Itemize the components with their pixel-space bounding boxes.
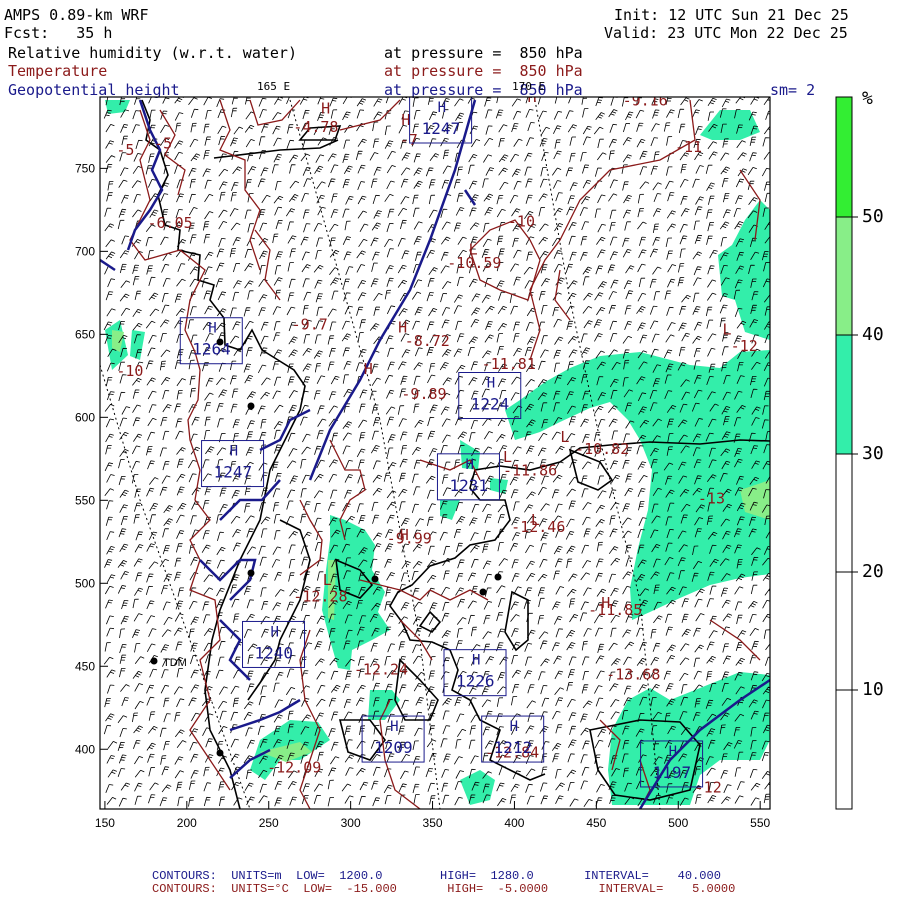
height-extremum-marker: H (465, 457, 473, 473)
temperature-label: -9.89 (401, 385, 446, 403)
temperature-label: -9.7 (292, 315, 328, 333)
colorbar-tick-50: 50 (862, 206, 884, 227)
x-tick-label: 400 (504, 816, 524, 830)
colorbar-tick-10: 10 (862, 679, 884, 700)
temperature-label: -12.28 (293, 588, 347, 606)
height-value-label: 1240 (255, 643, 294, 662)
height-extremum-marker: H (208, 321, 216, 337)
height-extremum-marker: H (472, 653, 480, 669)
temperature-label: -5 (116, 141, 134, 159)
height-extremum-marker: H (271, 624, 279, 640)
x-tick-label: 500 (668, 816, 688, 830)
x-axis: 150 200 250 300 350 400 450 500 550 (95, 801, 771, 830)
height-value-label: 1224 (471, 395, 510, 414)
x-tick-label: 250 (259, 816, 279, 830)
y-tick-label: 700 (75, 244, 95, 258)
height-value-label: 1212 (494, 738, 533, 757)
extremum-marker: L (469, 241, 478, 259)
height-extremum-marker: H (390, 719, 398, 735)
y-tick-label: 600 (75, 410, 95, 424)
x-tick-label: 200 (177, 816, 197, 830)
footer-height-contours: CONTOURS: UNITS=m LOW= 1200.0 HIGH= 1280… (152, 869, 721, 883)
temperature-label: -5 (154, 134, 172, 152)
height-value-label: 1231 (449, 476, 488, 495)
temperature-label: -10 (508, 212, 535, 230)
temperature-label: -11.81 (482, 355, 536, 373)
y-tick-label: 550 (75, 493, 95, 507)
x-tick-label: 300 (341, 816, 361, 830)
colorbar-tick-40: 40 (862, 324, 884, 345)
temperature-label: -6.05 (148, 214, 193, 232)
temperature-label: -8.72 (405, 332, 450, 350)
height-extremum-marker: H (230, 444, 238, 460)
extremum-marker: H (364, 360, 373, 378)
temperature-label: -12 (731, 337, 758, 355)
height-extremum-marker: H (510, 719, 518, 735)
temperature-label: -13.68 (606, 666, 660, 684)
map-field: -4.78-13-7-5-5-6.05-9.16-11-10-10.59-9.7… (100, 91, 770, 809)
y-axis: 750 700 650 600 550 500 450 400 (75, 161, 108, 756)
height-value-label: 1226 (456, 672, 495, 691)
height-extremum-marker: H (487, 376, 495, 392)
extremum-marker: L (531, 511, 540, 529)
extremum-marker: H (400, 526, 409, 544)
extremum-marker: L (560, 428, 569, 446)
height-value-label: 1264 (192, 340, 231, 359)
extremum-marker: H (321, 100, 330, 118)
extremum-marker: H (601, 594, 610, 612)
extremum-marker: H (401, 111, 410, 129)
x-tick-label: 150 (95, 816, 115, 830)
height-value-label: 1209 (374, 738, 413, 757)
extremum-marker: L (323, 571, 332, 589)
station-label-tdm: TDM (163, 657, 187, 669)
colorbar-tick-30: 30 (862, 443, 884, 464)
weather-plot: { "header": { "model": "AMPS 0.89-km WRF… (0, 0, 900, 900)
footer-temp-contours: CONTOURS: UNITS=°C LOW= -15.000 HIGH= -5… (152, 882, 736, 896)
height-value-label: 1247 (214, 463, 253, 482)
temperature-label: -9.16 (623, 91, 668, 109)
y-tick-label: 750 (75, 161, 95, 175)
temperature-label: -12.24 (354, 661, 408, 679)
y-tick-label: 450 (75, 659, 95, 673)
colorbar-tick-20: 20 (862, 561, 884, 582)
station-markers (150, 338, 502, 757)
temperature-label: -7 (400, 131, 418, 149)
y-tick-label: 650 (75, 327, 95, 341)
x-tick-label: 450 (586, 816, 606, 830)
temperature-label: -11 (675, 138, 702, 156)
temperature-label: -9.99 (387, 529, 432, 547)
y-tick-label: 500 (75, 576, 95, 590)
extremum-marker: L (722, 320, 731, 338)
x-tick-label: 550 (750, 816, 770, 830)
colorbar (835, 96, 858, 810)
temperature-label: -12.09 (267, 758, 321, 776)
temperature-label: -10.82 (575, 440, 629, 458)
temperature-label: -10 (116, 362, 143, 380)
height-extremum-marker: H (438, 100, 446, 116)
temperature-label: -4.78 (293, 118, 338, 136)
extremum-marker: H (398, 319, 407, 337)
y-tick-label: 400 (75, 742, 95, 756)
temperature-label: -11.85 (588, 601, 642, 619)
temperature-label: -13 (698, 490, 725, 508)
height-extremum-marker: H (669, 744, 677, 760)
map-canvas: -4.78-13-7-5-5-6.05-9.16-11-10-10.59-9.7… (75, 91, 858, 830)
colorbar-unit: % (862, 88, 873, 109)
extremum-marker: L (503, 448, 512, 466)
height-value-label: 1197 (653, 763, 692, 782)
x-tick-label: 350 (423, 816, 443, 830)
height-value-label: 1247 (422, 119, 461, 138)
